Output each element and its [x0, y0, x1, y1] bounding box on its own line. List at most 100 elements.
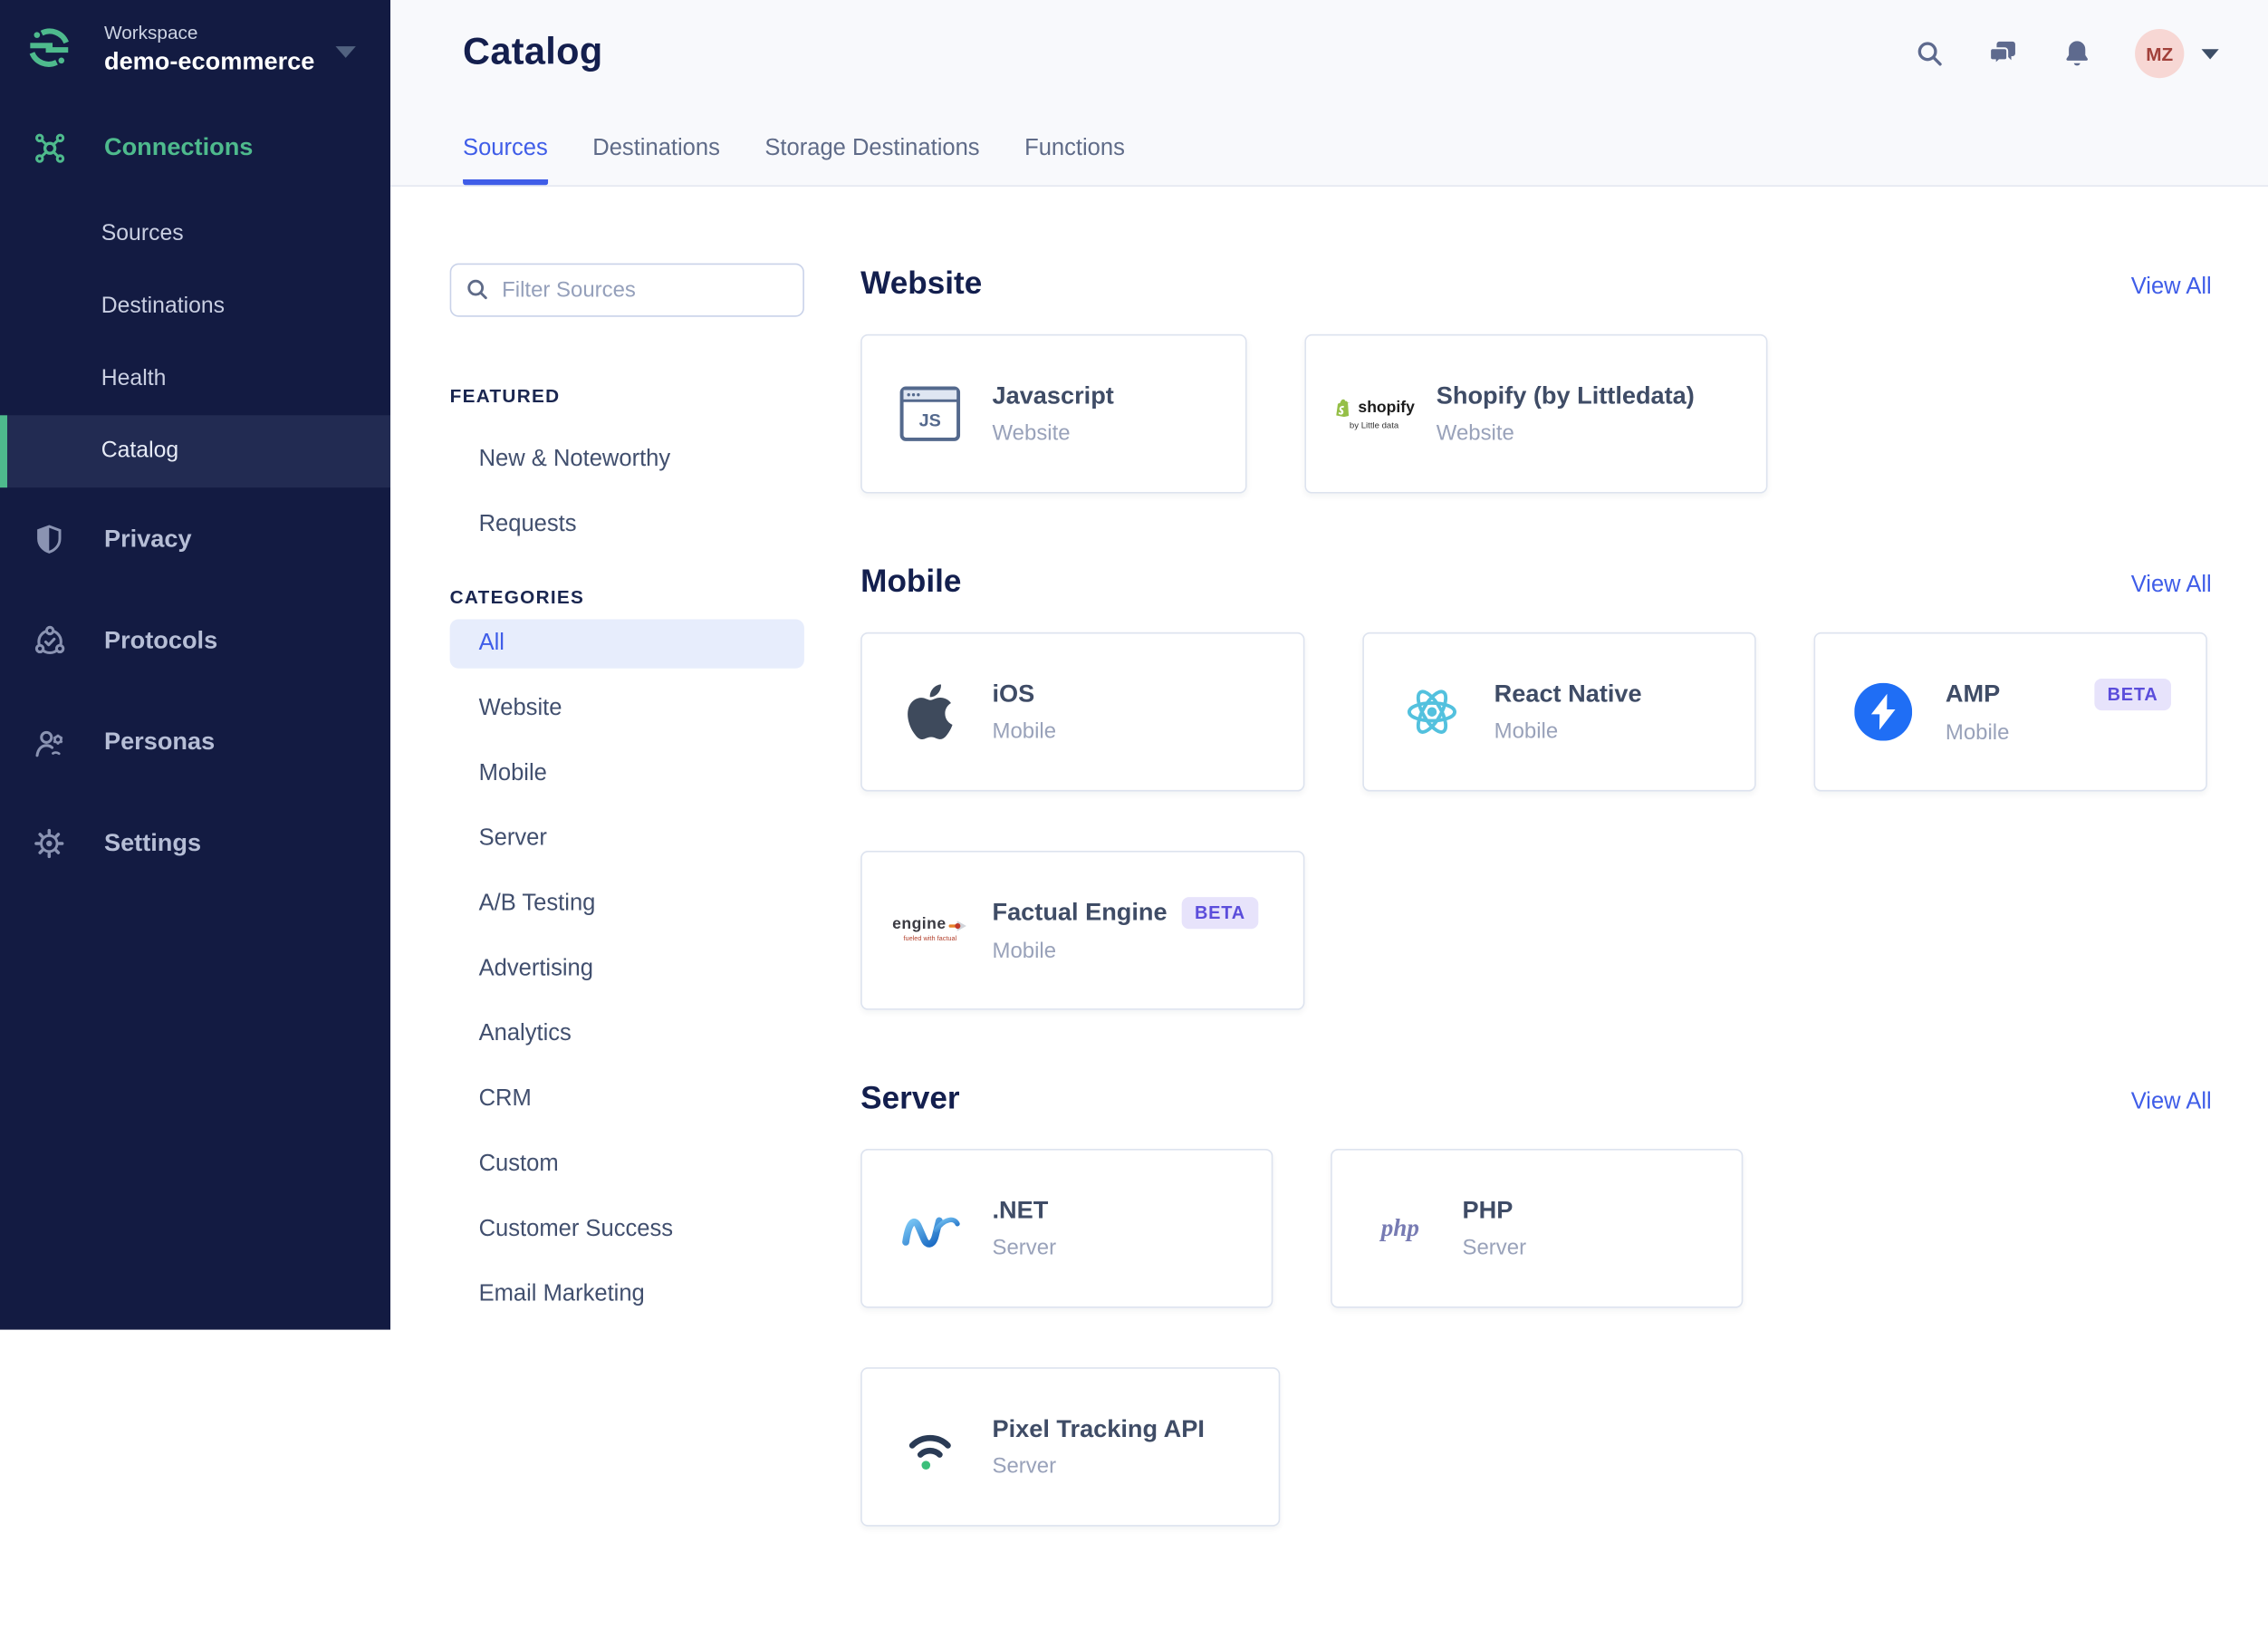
card-title: AMP [1945, 680, 2001, 708]
section-title: Server [860, 1079, 960, 1116]
tab-destinations[interactable]: Destinations [592, 136, 720, 185]
filter-sources-input[interactable] [449, 263, 804, 317]
search-icon[interactable] [1914, 38, 1946, 70]
beta-badge: BETA [1181, 897, 1259, 930]
featured-item-requests[interactable]: Requests [450, 492, 804, 557]
source-card-dotnet[interactable]: .NET Server [860, 1148, 1273, 1308]
beta-badge: BETA [2094, 678, 2172, 711]
source-card-factual-engine[interactable]: engine fueled with factual Factual Engin… [860, 851, 1305, 1010]
card-title: PHP [1462, 1196, 1514, 1225]
page-header: Catalog Sources Destinations Storage Des… [390, 0, 2268, 188]
featured-item-new-noteworthy[interactable]: New & Noteworthy [450, 427, 804, 492]
category-item-website[interactable]: Website [450, 676, 804, 741]
cards-column: Website View All JS Javascript Website s… [860, 265, 2212, 1596]
sidebar-item-settings[interactable]: Settings [0, 807, 390, 880]
sidebar-item-privacy[interactable]: Privacy [0, 504, 390, 576]
react-icon [1398, 683, 1465, 741]
app-root: Workspace demo-ecommerce Connections Sou… [0, 0, 2268, 1639]
sidebar-item-protocols[interactable]: Protocols [0, 605, 390, 678]
sidebar-item-label: Privacy [103, 525, 192, 554]
search-icon [467, 279, 487, 300]
card-category: Website [1436, 420, 1514, 446]
card-title: Javascript [992, 381, 1114, 410]
svg-text:JS: JS [919, 410, 941, 430]
shield-icon [34, 523, 67, 556]
category-item-analytics[interactable]: Analytics [450, 1001, 804, 1066]
sidebar-item-label: Settings [103, 829, 202, 857]
category-item-all[interactable]: All [449, 619, 804, 669]
source-card-amp[interactable]: AMP BETA Mobile [1813, 631, 2207, 792]
account-menu[interactable]: MZ [2135, 28, 2219, 79]
categories-heading: CATEGORIES [449, 585, 585, 608]
sidebar-item-sources[interactable]: Sources [0, 198, 390, 271]
view-all-link[interactable]: View All [2131, 1089, 2212, 1115]
section-website: Website View All JS Javascript Website s… [860, 265, 2212, 494]
category-item-mobile[interactable]: Mobile [450, 741, 804, 806]
tab-functions[interactable]: Functions [1024, 136, 1125, 185]
sidebar-item-label: Personas [103, 728, 216, 756]
featured-heading: FEATURED [449, 384, 561, 407]
card-title: Pixel Tracking API [992, 1414, 1205, 1443]
workspace-name: demo-ecommerce [103, 47, 315, 75]
dotnet-icon [897, 1205, 963, 1251]
section-server: Server View All .NET Server php PHP Serv… [860, 1079, 2212, 1527]
category-item-advertising[interactable]: Advertising [450, 936, 804, 1001]
card-category: Server [992, 1235, 1057, 1260]
chat-icon[interactable] [1987, 38, 2019, 70]
workspace-switcher[interactable]: Workspace demo-ecommerce [0, 0, 390, 110]
source-card-pixel-tracking-api[interactable]: Pixel Tracking API Server [860, 1367, 1281, 1527]
shopify-icon: shopify by Little data [1336, 397, 1415, 430]
connections-icon [34, 131, 67, 165]
tab-sources[interactable]: Sources [463, 136, 548, 186]
categories-list: All Website Mobile Server A/B Testing Ad… [449, 619, 804, 1327]
source-card-php[interactable]: php PHP Server [1331, 1148, 1744, 1308]
avatar: MZ [2135, 28, 2185, 79]
workspace-label: Workspace [103, 21, 198, 43]
filter-column: FEATURED New & Noteworthy Requests CATEG… [449, 263, 804, 1596]
topbar: MZ [1914, 28, 2219, 79]
card-title: iOS [992, 680, 1035, 708]
card-category: Server [1462, 1235, 1527, 1260]
category-item-server[interactable]: Server [450, 805, 804, 871]
view-all-link[interactable]: View All [2131, 573, 2212, 599]
category-item-custom[interactable]: Custom [450, 1132, 804, 1197]
tab-storage-destinations[interactable]: Storage Destinations [764, 136, 979, 185]
source-card-javascript[interactable]: JS Javascript Website [860, 333, 1247, 494]
card-category: Server [992, 1453, 1057, 1480]
chevron-down-icon [2201, 48, 2219, 59]
card-category: Mobile [992, 939, 1057, 964]
category-item-customer-success[interactable]: Customer Success [450, 1197, 804, 1262]
sidebar-item-personas[interactable]: Personas [0, 706, 390, 778]
factual-engine-icon: engine fueled with factual [892, 917, 967, 943]
sidebar-item-health[interactable]: Health [0, 342, 390, 415]
sidebar-item-connections[interactable]: Connections [0, 116, 390, 179]
connections-sub-list: Sources Destinations Health Catalog [0, 198, 391, 488]
card-category: Mobile [1945, 720, 2010, 746]
segment-logo-icon [29, 28, 69, 67]
notifications-bell-icon[interactable] [2061, 38, 2093, 70]
sidebar-item-label: Protocols [103, 626, 218, 654]
view-all-link[interactable]: View All [2131, 275, 2212, 301]
category-item-ab-testing[interactable]: A/B Testing [450, 871, 804, 936]
card-category: Website [992, 420, 1071, 446]
apple-icon [897, 684, 963, 740]
php-icon: php [1380, 1213, 1419, 1242]
section-title: Mobile [860, 563, 962, 600]
source-card-react-native[interactable]: React Native Mobile [1362, 631, 1756, 792]
javascript-icon: JS [897, 385, 963, 443]
catalog-content: FEATURED New & Noteworthy Requests CATEG… [390, 187, 2268, 1639]
source-card-ios[interactable]: iOS Mobile [860, 631, 1305, 792]
pixel-tracking-icon [897, 1420, 963, 1475]
sidebar-item-destinations[interactable]: Destinations [0, 271, 390, 343]
sidebar-item-catalog[interactable]: Catalog [0, 415, 391, 488]
category-item-crm[interactable]: CRM [450, 1066, 804, 1132]
sidebar-item-label: Connections [103, 132, 254, 161]
page-title: Catalog [463, 28, 603, 72]
amp-icon [1850, 682, 1916, 741]
section-title: Website [860, 265, 983, 302]
source-card-shopify[interactable]: shopify by Little data Shopify (by Littl… [1304, 333, 1768, 494]
card-title: Shopify (by Littledata) [1436, 381, 1695, 410]
card-category: Mobile [1494, 718, 1559, 744]
category-item-email-marketing[interactable]: Email Marketing [450, 1262, 804, 1327]
gear-icon [34, 827, 67, 861]
